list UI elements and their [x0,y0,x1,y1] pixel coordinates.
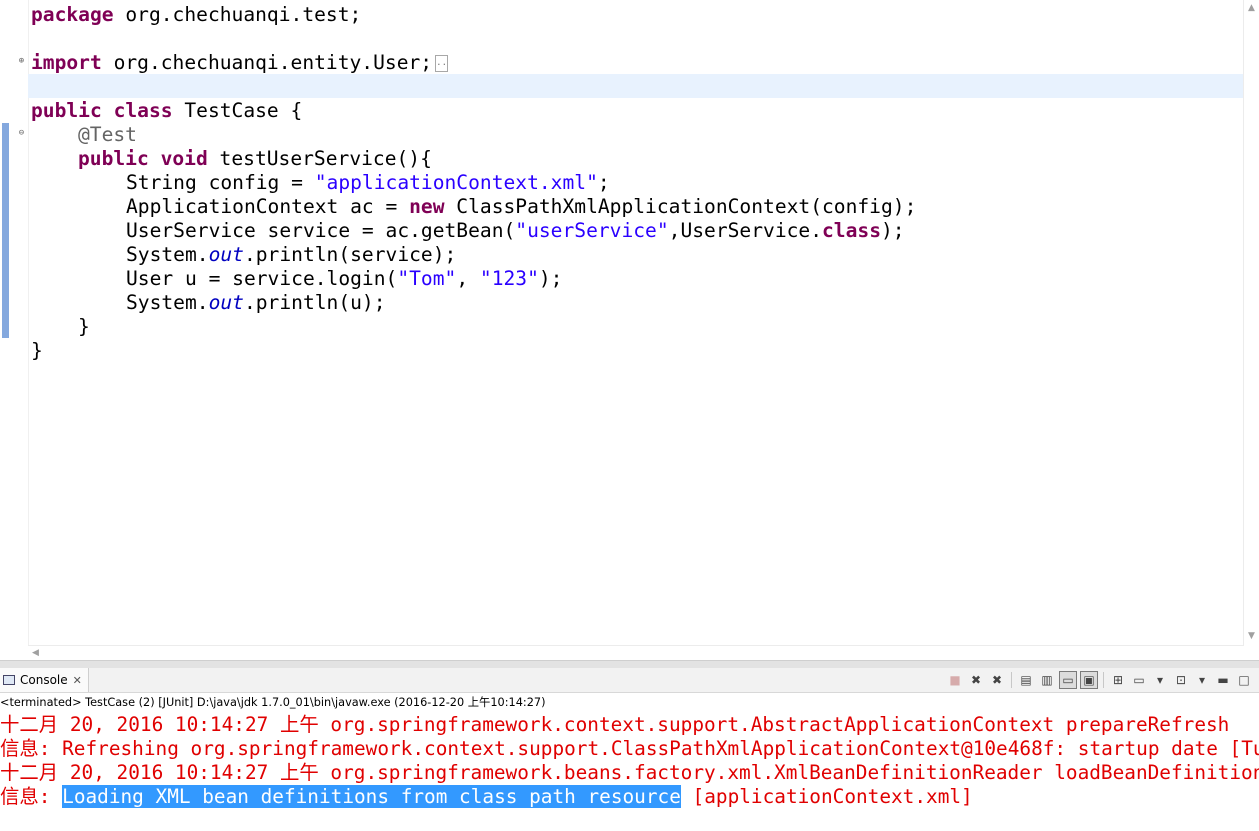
console-output[interactable]: 十二月 20, 2016 10:14:27 上午 org.springframe… [0,713,1259,831]
tab-console-label: Console [20,673,68,687]
code-line-12: User u = service.login("Tom", "123"); [126,267,562,291]
console-line-3: 十二月 20, 2016 10:14:27 上午 org.springframe… [0,761,1259,784]
code-text: } [31,339,43,362]
console-icon [3,675,15,685]
static-field: out [208,243,244,266]
scroll-up-icon[interactable]: ▲ [1248,3,1255,13]
code-line-11: System.out.println(service); [126,243,456,267]
open-console-icon[interactable]: ⊡ [1172,671,1190,689]
console-text: 信息: [0,785,63,808]
code-text: , [456,267,480,290]
horizontal-scrollbar[interactable]: ◀ [28,645,1244,661]
code-text: User u = service.login( [126,267,398,290]
code-text: ApplicationContext ac = [126,195,410,218]
keyword: import [31,51,102,74]
code-line-10: UserService service = ac.getBean("userSe… [126,219,905,243]
scroll-left-icon[interactable]: ◀ [32,648,39,658]
pin-console-icon[interactable]: ⊞ [1109,671,1127,689]
console-line-1: 十二月 20, 2016 10:14:27 上午 org.springframe… [0,713,1230,736]
tab-console[interactable]: Console ✕ [0,668,89,692]
code-text: testUserService(){ [207,147,432,170]
selected-text[interactable]: Loading XML bean definitions from class … [62,785,681,808]
code-text: System. [126,243,209,266]
code-line-5: public class TestCase { [31,99,302,123]
code-text: org.chechuanqi.test; [113,3,362,26]
code-text: ,UserService. [668,219,823,242]
console-line-4: 信息: Loading XML bean definitions from cl… [0,785,973,809]
current-line-highlight [28,74,1244,98]
code-line-9: ApplicationContext ac = new ClassPathXml… [126,195,916,219]
scroll-down-icon[interactable]: ▼ [1248,631,1255,641]
code-text: ); [881,219,905,242]
editor-gutter [12,0,29,645]
string-literal: "userService" [515,219,669,242]
toolbar-separator [1011,672,1012,688]
toolbar-separator [1103,672,1104,688]
code-line-8: String config = "applicationContext.xml"… [126,171,610,195]
collapsed-imports-icon[interactable]: .. [435,55,449,72]
chevron-down-icon[interactable]: ▾ [1193,671,1211,689]
chevron-down-icon[interactable]: ▾ [1151,671,1169,689]
code-editor[interactable]: ⊕ ⊖ package org.chechuanqi.test; import … [0,0,1259,661]
code-line-6: @Test [78,123,137,147]
keyword: public [78,147,149,170]
code-text: UserService service = ac.getBean( [126,219,516,242]
code-text: .println(u); [243,291,386,314]
string-literal: "Tom" [397,267,457,290]
overview-ruler-left [0,0,12,645]
keyword: class [113,99,173,122]
code-text: ClassPathXmlApplicationContext(config); [444,195,917,218]
collapse-fold-icon[interactable]: ⊖ [17,129,26,138]
scroll-lock-icon[interactable]: ▥ [1038,671,1056,689]
code-line-3: import org.chechuanqi.entity.User;.. [31,51,449,75]
clear-console-icon[interactable]: ▤ [1017,671,1035,689]
code-line-15: } [31,339,43,363]
maximize-icon[interactable]: □ [1235,671,1253,689]
code-text: org.chechuanqi.entity.User; [101,51,433,74]
console-process-description: <terminated> TestCase (2) [JUnit] D:\jav… [0,696,546,709]
code-text: .println(service); [243,243,457,266]
remove-launch-icon[interactable]: ✖ [967,671,985,689]
display-selected-console-icon[interactable]: ▭ [1130,671,1148,689]
string-literal: "applicationContext.xml" [314,171,598,194]
code-text: ); [538,267,563,290]
console-text: [applicationContext.xml] [680,785,973,808]
show-console-on-output-icon[interactable]: ▭ [1059,671,1077,689]
code-line-13: System.out.println(u); [126,291,386,315]
code-text: String config = [126,171,315,194]
keyword: public [31,99,102,122]
annotation: @Test [78,123,137,146]
console-line-2: 信息: Refreshing org.springframework.conte… [0,737,1259,760]
keyword: package [31,3,114,26]
code-line-1: package org.chechuanqi.test; [31,3,361,27]
code-text: TestCase { [172,99,303,122]
close-icon[interactable]: ✕ [73,674,82,687]
code-text: System. [126,291,209,314]
console-view-header: Console ✕ ■ ✖ ✖ ▤ ▥ ▭ ▣ ⊞ ▭ ▾ ⊡ ▾ ▬ □ [0,668,1259,693]
code-line-7: public void testUserService(){ [78,147,432,171]
keyword: class [822,219,881,242]
string-literal: "123" [479,267,539,290]
show-console-on-error-icon[interactable]: ▣ [1080,671,1098,689]
remove-all-terminated-icon[interactable]: ✖ [988,671,1006,689]
code-text: ; [597,171,610,194]
code-line-14: } [78,315,90,339]
terminate-icon[interactable]: ■ [946,671,964,689]
keyword: void [160,147,208,170]
minimize-icon[interactable]: ▬ [1214,671,1232,689]
expand-fold-icon[interactable]: ⊕ [17,57,26,66]
console-toolbar: ■ ✖ ✖ ▤ ▥ ▭ ▣ ⊞ ▭ ▾ ⊡ ▾ ▬ □ [946,670,1253,690]
vertical-scrollbar[interactable]: ▲ ▼ [1243,0,1259,645]
change-marker [2,123,9,338]
static-field: out [208,291,244,314]
keyword: new [409,195,445,218]
code-text: } [78,315,90,338]
